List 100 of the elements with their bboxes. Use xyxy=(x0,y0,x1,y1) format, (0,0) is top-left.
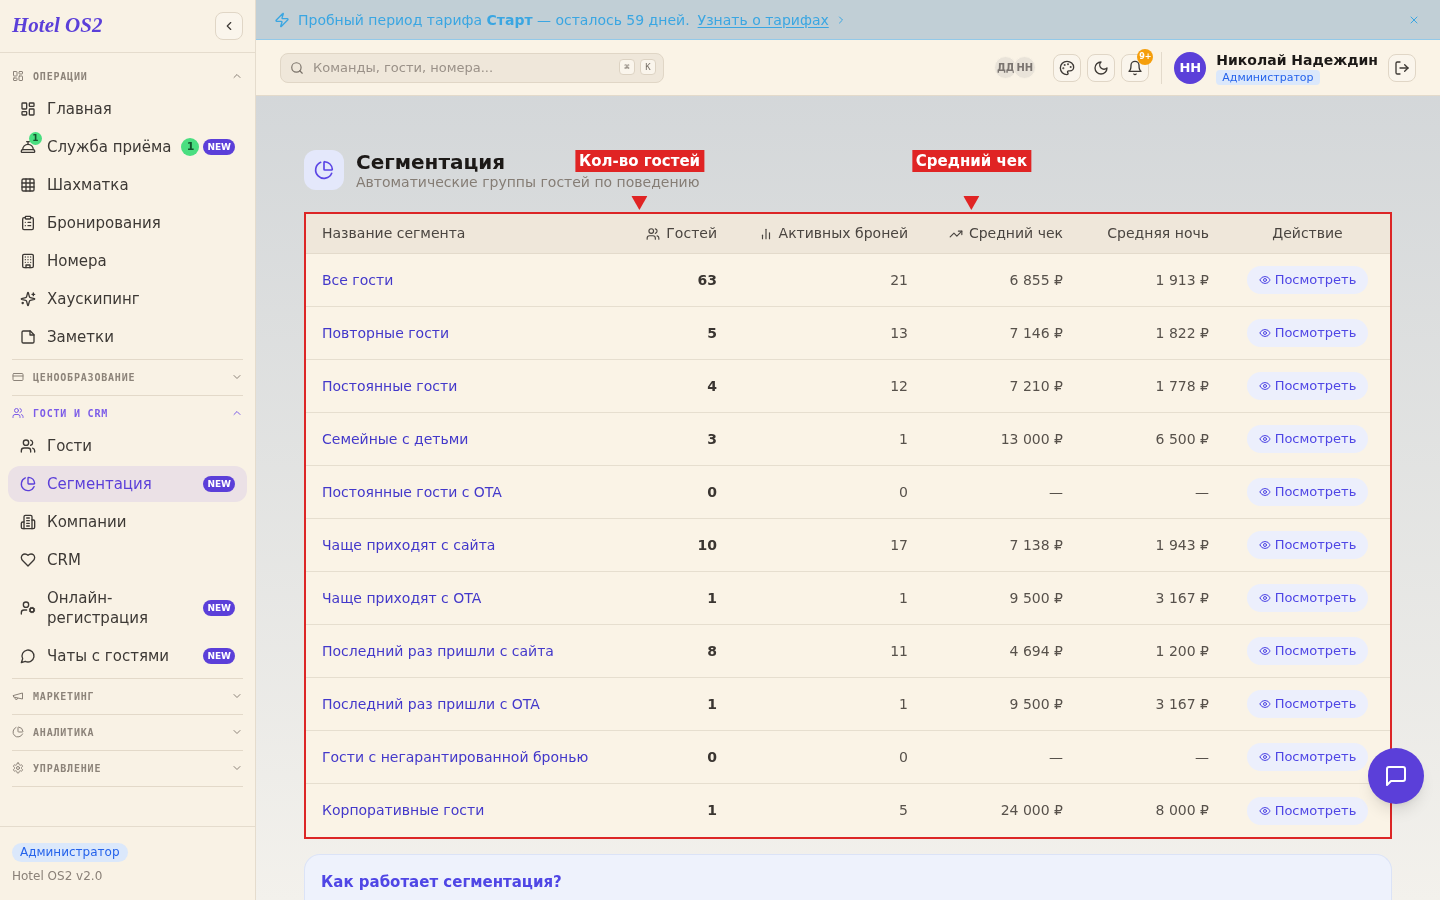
nav-item[interactable]: Номера xyxy=(8,243,247,279)
table-cell-text: 1 943 ₽ xyxy=(1155,535,1209,555)
nav-item[interactable]: Онлайн-регистрация NEW xyxy=(8,580,247,636)
nav-item[interactable]: Бронирования xyxy=(8,205,247,241)
view-button[interactable]: Посмотреть xyxy=(1246,531,1369,559)
eye-icon xyxy=(1258,698,1271,710)
dark-mode-button[interactable] xyxy=(1087,53,1116,82)
table-cell-text: 1 778 ₽ xyxy=(1155,376,1209,396)
view-button[interactable]: Посмотреть xyxy=(1246,372,1369,400)
segment-link[interactable]: Все гости xyxy=(322,269,394,291)
eye-icon xyxy=(1258,486,1271,498)
nav-item[interactable]: 1 Служба приёма 1 NEW xyxy=(8,129,247,165)
page-subtitle: Автоматические группы гостей по поведению xyxy=(356,174,700,190)
view-button[interactable]: Посмотреть xyxy=(1246,478,1369,506)
table-cell-text: 21 xyxy=(890,270,908,290)
table-cell-text: 9 500 ₽ xyxy=(1009,694,1063,714)
logout-button[interactable] xyxy=(1388,53,1416,82)
segment-link[interactable]: Последний раз пришли с сайта xyxy=(322,640,554,662)
building-icon xyxy=(20,253,36,269)
role-badge: Администратор xyxy=(1216,70,1320,85)
palette-icon xyxy=(1059,59,1076,76)
column-header: Средняя ночь xyxy=(1107,224,1209,243)
table-cell-text: 8 000 ₽ xyxy=(1155,801,1209,820)
log-out-icon xyxy=(1394,59,1410,76)
table-grid-icon xyxy=(20,177,36,193)
table-cell-text: — xyxy=(1195,482,1209,502)
users-icon xyxy=(12,407,24,419)
table-cell-text: 8 xyxy=(707,641,717,661)
pie-chart-icon xyxy=(304,150,344,190)
nav-item[interactable]: Заметки xyxy=(8,319,247,355)
nav-item[interactable]: Хаускипинг xyxy=(8,281,247,317)
app-version: Hotel OS2 v2.0 xyxy=(12,868,103,884)
segment-link[interactable]: Гости с негарантированной бронью xyxy=(322,746,589,768)
table-cell-text: 4 694 ₽ xyxy=(1009,641,1063,661)
clipboard-icon xyxy=(20,215,36,231)
table-cell-text: 12 xyxy=(890,376,908,396)
eye-icon xyxy=(1258,433,1271,445)
office-building-icon xyxy=(20,514,36,530)
nav-item[interactable]: Гости xyxy=(8,428,247,464)
column-header: Активных броней xyxy=(778,224,908,243)
table-cell-text: 7 146 ₽ xyxy=(1009,323,1063,343)
table-cell-text: 24 000 ₽ xyxy=(1000,801,1063,820)
chat-bubble-icon xyxy=(20,648,36,664)
segment-link[interactable]: Корпоративные гости xyxy=(322,800,485,821)
table-cell-text: 6 855 ₽ xyxy=(1009,270,1063,290)
notifications-button[interactable] xyxy=(1121,53,1150,82)
table-cell-text: 1 xyxy=(707,801,717,820)
eye-icon xyxy=(1258,539,1271,551)
nav-item[interactable]: Главная xyxy=(8,91,247,127)
user-gear-icon xyxy=(20,600,36,616)
segment-link[interactable]: Чаще приходят с сайта xyxy=(322,534,496,556)
segment-link[interactable]: Чаще приходят с OTA xyxy=(322,587,482,609)
segment-link[interactable]: Последний раз пришли с OTA xyxy=(322,693,540,715)
segment-link[interactable]: Постоянные гости с OTA xyxy=(322,481,502,503)
nav-item[interactable]: CRM xyxy=(8,542,247,578)
eye-icon xyxy=(1258,327,1271,339)
view-button[interactable]: Посмотреть xyxy=(1246,690,1369,718)
bell-icon xyxy=(1127,59,1144,76)
moon-icon xyxy=(1093,59,1110,76)
pointer-triangle-icon xyxy=(631,196,648,210)
new-badge: NEW xyxy=(203,600,235,616)
eye-icon xyxy=(1258,804,1271,817)
users-icon xyxy=(20,438,36,454)
view-button[interactable]: Посмотреть xyxy=(1246,319,1369,347)
table-cell-text: 1 xyxy=(899,429,908,449)
table-cell-text: 1 xyxy=(899,588,908,608)
view-button[interactable]: Посмотреть xyxy=(1246,743,1369,771)
view-button[interactable]: Посмотреть xyxy=(1246,584,1369,612)
segment-link[interactable]: Семейные с детьми xyxy=(322,428,469,450)
table-cell-text: 0 xyxy=(707,747,717,767)
view-button[interactable]: Посмотреть xyxy=(1246,796,1369,825)
count-badge: 1 xyxy=(29,132,42,145)
view-button[interactable]: Посмотреть xyxy=(1246,637,1369,665)
initials-avatar: НН xyxy=(1013,56,1037,79)
new-badge: NEW xyxy=(203,139,235,155)
table-cell-text: 5 xyxy=(707,323,717,343)
credit-card-icon xyxy=(12,371,24,383)
table-cell-text: 63 xyxy=(697,270,717,290)
view-button[interactable]: Посмотреть xyxy=(1246,425,1369,453)
table-cell-text: 13 000 ₽ xyxy=(1000,429,1063,449)
pie-chart-icon xyxy=(12,726,24,738)
theme-palette-button[interactable] xyxy=(1053,53,1082,82)
table-cell-text: 4 xyxy=(707,376,717,396)
chat-button[interactable] xyxy=(1368,748,1424,804)
user-name: Николай Надеждин xyxy=(1216,51,1378,70)
grid-icon xyxy=(12,70,24,82)
table-cell-text: — xyxy=(1195,747,1209,767)
note-icon xyxy=(20,329,36,345)
eye-icon xyxy=(1258,380,1271,392)
nav-item[interactable]: Компании xyxy=(8,504,247,540)
section-header[interactable]: ГОСТИ И CRM xyxy=(12,399,243,427)
users-icon xyxy=(646,226,661,241)
eye-icon xyxy=(1258,751,1271,763)
segment-link[interactable]: Повторные гости xyxy=(322,322,450,344)
nav-item[interactable]: Чаты с гостями NEW xyxy=(8,638,247,674)
nav-item[interactable]: Сегментация NEW xyxy=(8,466,247,502)
search-icon xyxy=(290,60,304,75)
segment-link[interactable]: Постоянные гости xyxy=(322,375,458,397)
view-button[interactable]: Посмотреть xyxy=(1246,266,1369,294)
nav-item[interactable]: Шахматка xyxy=(8,167,247,203)
